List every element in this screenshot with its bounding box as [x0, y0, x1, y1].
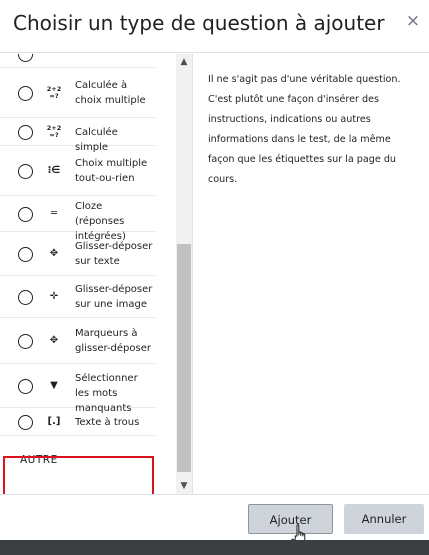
- radio-button[interactable]: [18, 125, 33, 140]
- question-type-dialog: Choisir un type de question à ajouter × …: [0, 0, 429, 555]
- question-type-option[interactable]: 2+2 =? Calculée à choix multiple: [0, 68, 155, 118]
- list-scrollbar[interactable]: ▲ ▼: [176, 54, 192, 494]
- drag-drop-image-icon: ✛: [49, 291, 59, 302]
- radio-button[interactable]: [18, 247, 33, 262]
- dialog-header: Choisir un type de question à ajouter ×: [0, 0, 429, 53]
- question-type-label: Marqueurs à glisser-déposer: [75, 328, 151, 354]
- dialog-title: Choisir un type de question à ajouter: [13, 11, 385, 35]
- question-type-option[interactable]: ▼ Sélectionner les mots manquants: [0, 364, 155, 414]
- radio-button[interactable]: [18, 334, 33, 349]
- question-type-icon: [44, 54, 64, 61]
- question-type-label: Glisser-déposer sur une image: [75, 284, 153, 310]
- select-missing-words-icon: ▼: [50, 380, 58, 391]
- question-type-option[interactable]: 2+2 =? Calculée simple: [0, 118, 155, 153]
- question-type-option[interactable]: ✥ Marqueurs à glisser-déposer: [0, 318, 155, 364]
- calculated-simple-icon: 2+2 =?: [46, 124, 62, 139]
- question-type-option[interactable]: ✛ Glisser-déposer sur une image: [0, 276, 155, 318]
- radio-button[interactable]: [18, 290, 33, 305]
- radio-button[interactable]: [18, 379, 33, 394]
- gapfill-icon: [.]: [47, 416, 61, 427]
- drag-drop-markers-icon: ✥: [49, 335, 59, 346]
- drag-drop-text-icon: ✥: [49, 248, 59, 259]
- question-type-option[interactable]: [.] Texte à trous: [0, 408, 155, 436]
- cancel-button[interactable]: Annuler: [344, 504, 424, 534]
- bottom-bar: [0, 540, 429, 555]
- question-type-description: Il ne s'agit pas d'une véritable questio…: [208, 74, 401, 185]
- question-type-option[interactable]: ═ Cloze (réponses intégrées): [0, 196, 155, 242]
- question-type-label: Calculée à choix multiple: [75, 80, 146, 106]
- question-type-label: Texte à trous: [75, 417, 140, 428]
- calculated-multichoice-icon: 2+2 =?: [46, 85, 62, 100]
- close-button[interactable]: ×: [404, 10, 422, 32]
- description-pane: Il ne s'agit pas d'une véritable questio…: [192, 54, 429, 494]
- question-type-label: Glisser-déposer sur texte: [75, 241, 153, 267]
- question-type-option[interactable]: ⁝∈ Choix multiple tout-ou-rien: [0, 146, 155, 196]
- dialog-footer: Ajouter Annuler: [0, 494, 429, 540]
- scroll-up-arrow-icon[interactable]: ▲: [176, 54, 192, 70]
- radio-button[interactable]: [18, 164, 33, 179]
- question-type-option[interactable]: [0, 54, 155, 68]
- question-type-label: Choix multiple tout-ou-rien: [75, 158, 148, 184]
- question-type-option[interactable]: ✥ Glisser-déposer sur texte: [0, 232, 155, 276]
- cloze-icon: ═: [50, 208, 58, 219]
- radio-button[interactable]: [18, 86, 33, 101]
- question-type-list[interactable]: 2+2 =? Calculée à choix multiple 2+2 =? Cal…: [0, 54, 192, 494]
- scroll-down-arrow-icon[interactable]: ▼: [176, 478, 192, 494]
- scrollbar-thumb[interactable]: [177, 244, 191, 472]
- multichoice-set-icon: ⁝∈: [47, 165, 61, 176]
- radio-button[interactable]: [18, 207, 33, 222]
- radio-button[interactable]: [18, 415, 33, 430]
- radio-button[interactable]: [18, 54, 33, 62]
